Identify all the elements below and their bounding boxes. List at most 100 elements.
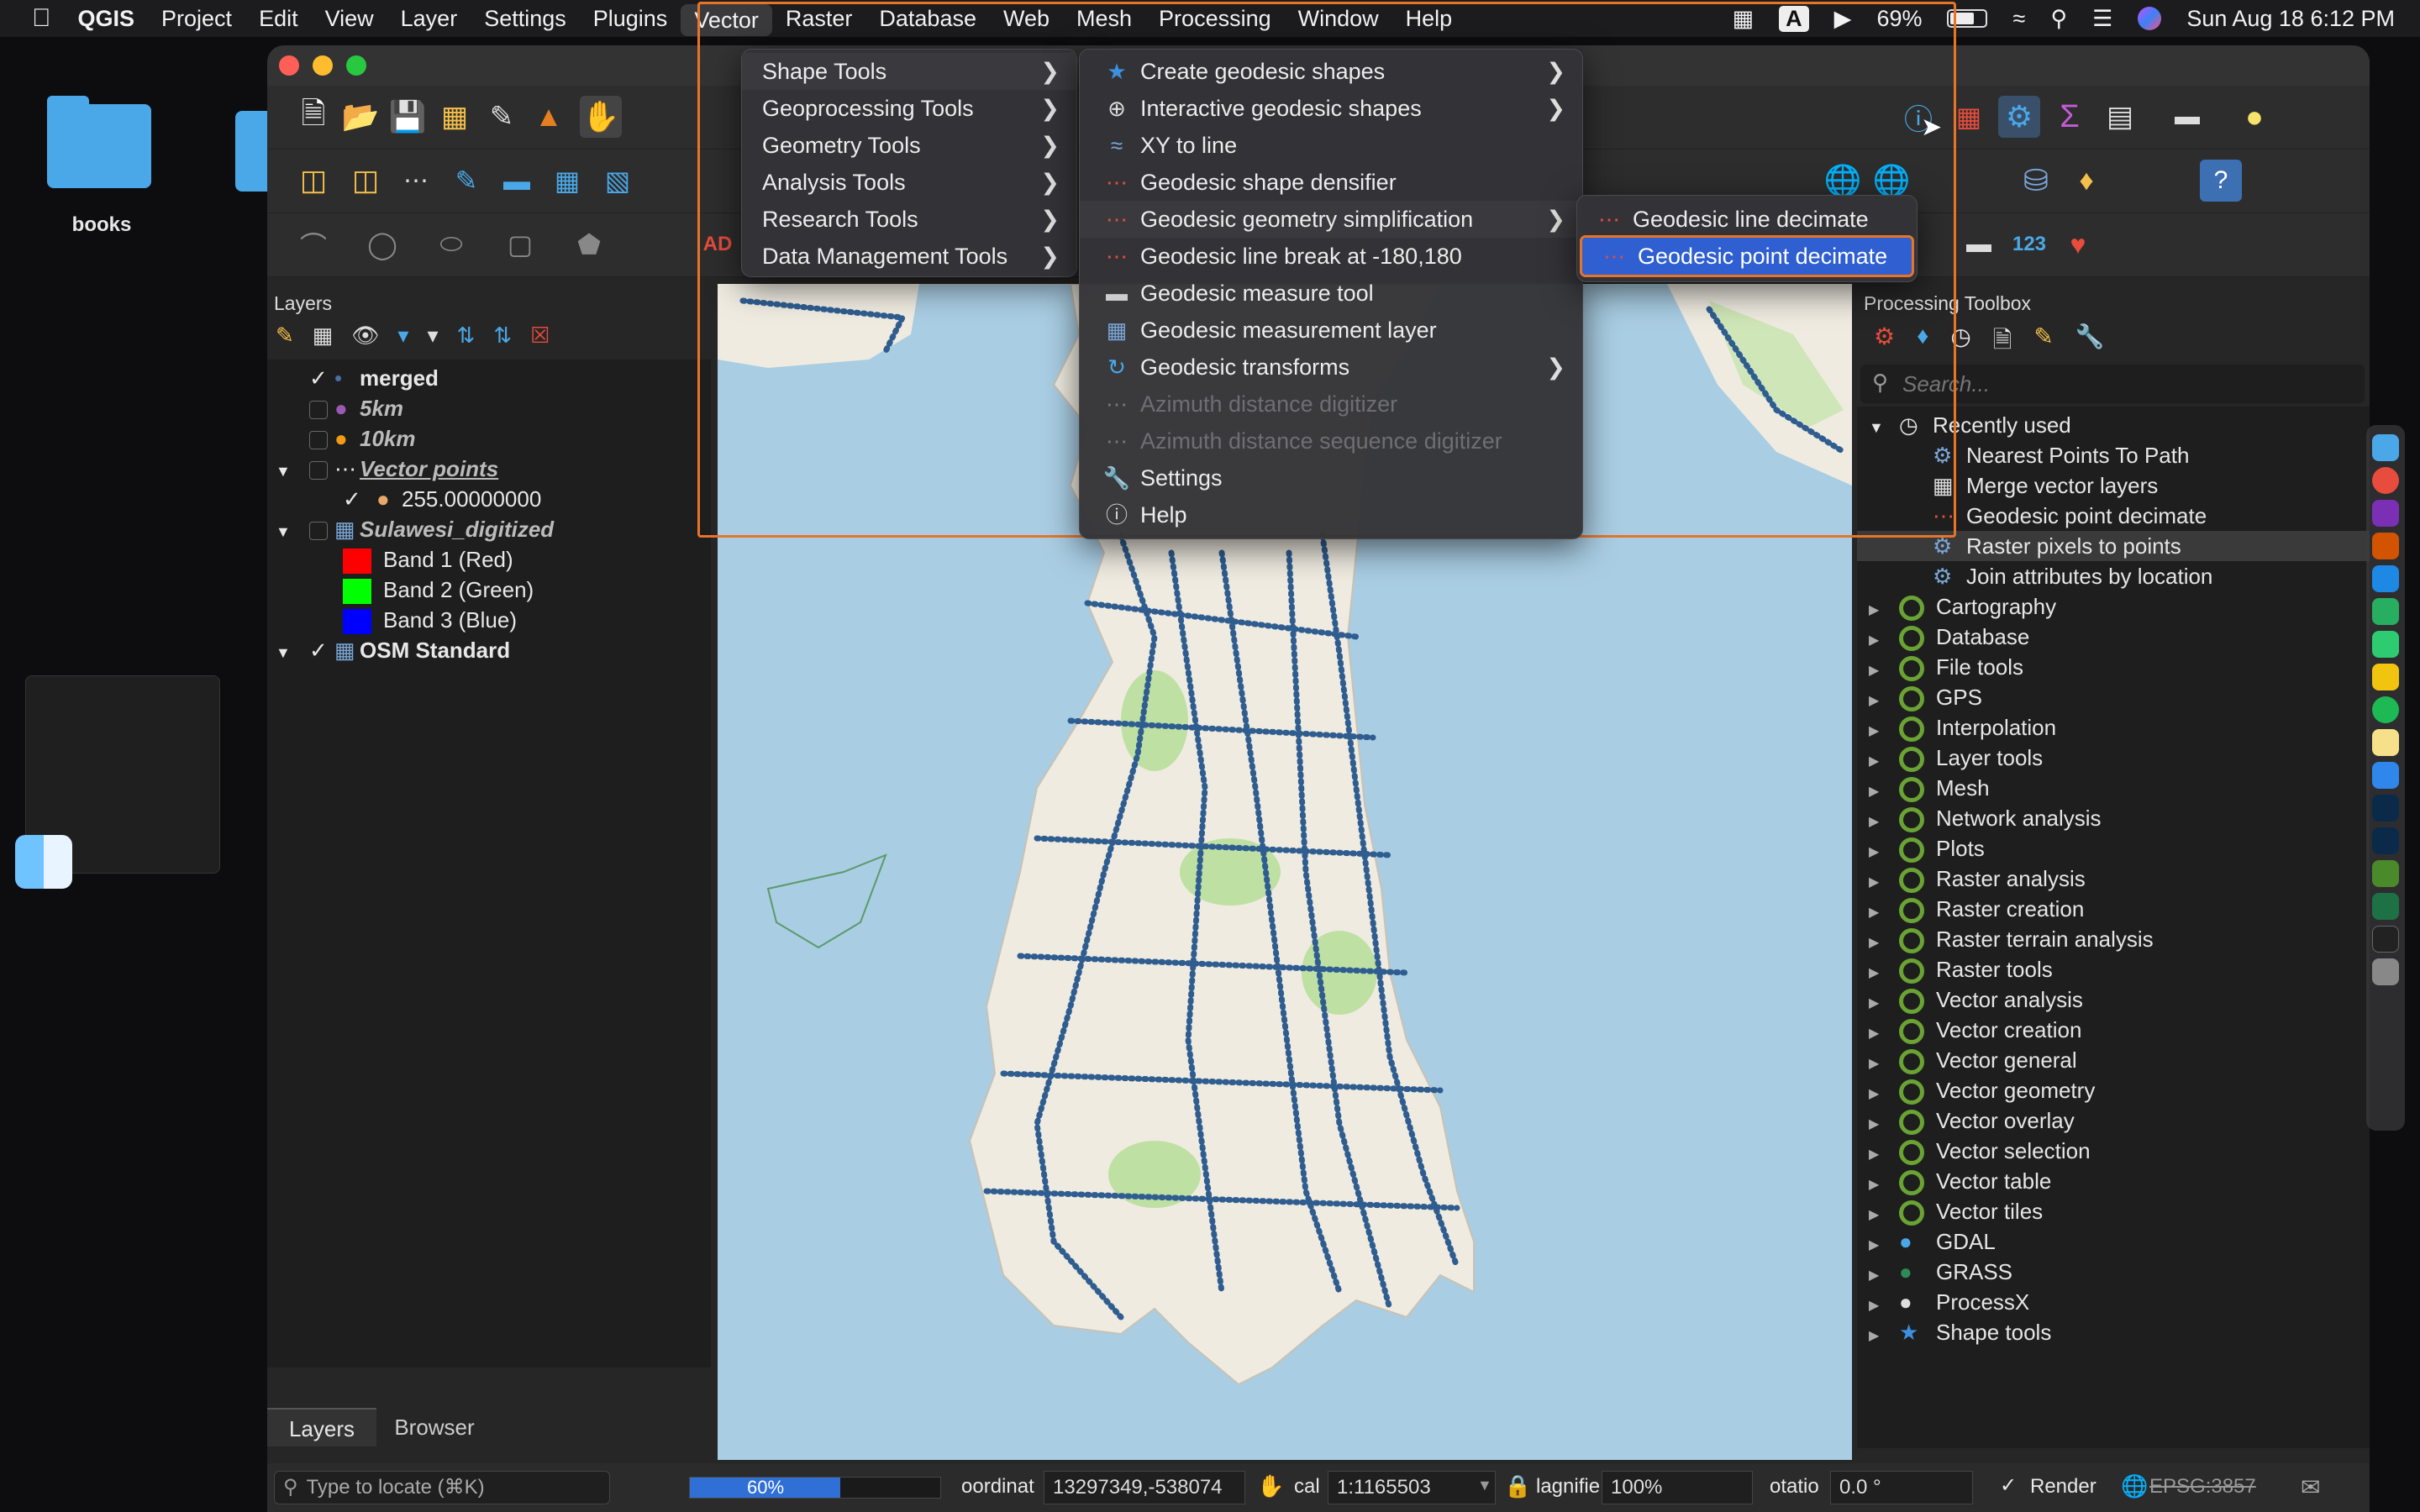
recent-algorithm-item[interactable]: ⋯ Geodesic point decimate bbox=[1933, 501, 2207, 531]
menu-item-shape-tools[interactable]: Shape Tools ❯ bbox=[742, 53, 1076, 90]
menu-item-interactive-geodesic-shapes[interactable]: ⊕ Interactive geodesic shapes ❯ bbox=[1080, 90, 1582, 127]
help-icon[interactable]: ? bbox=[2200, 160, 2242, 202]
mouse-coordinate-icon[interactable]: ✋ bbox=[1257, 1473, 1284, 1499]
photoshop-dock-icon[interactable] bbox=[2372, 827, 2399, 854]
options-icon[interactable]: 🔧 bbox=[2075, 323, 2105, 363]
recent-algorithm-item[interactable]: ⚙ Join attributes by location bbox=[1933, 561, 2212, 591]
control-center-icon[interactable]: ☰ bbox=[2092, 6, 2112, 32]
measure-bar-icon[interactable]: ▬ bbox=[1958, 223, 2000, 265]
algorithm-group[interactable]: ▶ File tools bbox=[1869, 652, 2023, 682]
browser-tab[interactable]: Browser bbox=[380, 1408, 489, 1446]
launchpad-dock-icon[interactable] bbox=[2372, 533, 2399, 559]
statistics-sum-icon[interactable]: Σ bbox=[2049, 96, 2091, 138]
print-layout-icon[interactable]: ✎ bbox=[481, 96, 523, 138]
shape-tools-icon[interactable]: ♥ bbox=[2057, 223, 2099, 265]
algorithm-group[interactable]: ▶ Layer tools bbox=[1869, 743, 2043, 773]
algorithm-group[interactable]: ▶ Raster tools bbox=[1869, 954, 2053, 984]
algorithm-group[interactable]: ▶ Vector overlay bbox=[1869, 1105, 2075, 1136]
menu-plugins[interactable]: Plugins bbox=[580, 0, 681, 37]
coordinate-field[interactable]: 13297349,-538074 bbox=[1044, 1471, 1245, 1504]
menu-view[interactable]: View bbox=[312, 0, 387, 37]
menu-item-create-geodesic-shapes[interactable]: ★ Create geodesic shapes ❯ bbox=[1080, 53, 1582, 90]
clock[interactable]: Sun Aug 18 6:12 PM bbox=[2186, 6, 2395, 32]
minimize-window-button[interactable] bbox=[313, 55, 333, 76]
new-project-icon[interactable]: 🗎 bbox=[292, 96, 334, 138]
add-group-icon[interactable]: ▦ bbox=[313, 323, 334, 356]
spotify-dock-icon[interactable] bbox=[2372, 696, 2399, 723]
render-check-icon[interactable]: ✓ bbox=[2000, 1473, 2017, 1498]
open-project-icon[interactable]: 📂 bbox=[339, 96, 381, 138]
remove-layer-icon[interactable]: ☒ bbox=[530, 323, 550, 356]
finder-dock-icon[interactable] bbox=[2372, 434, 2399, 461]
processing-toolbox-icon[interactable]: ⚙ bbox=[1998, 96, 2040, 138]
circle-tool-icon[interactable]: ◯ bbox=[361, 223, 403, 265]
collapse-all-icon[interactable]: ⇅ bbox=[493, 323, 512, 356]
save-project-icon[interactable]: 💾 bbox=[387, 96, 429, 138]
style-manager-icon[interactable]: ▲ bbox=[528, 96, 570, 138]
algorithm-group[interactable]: ▶ ● GDAL bbox=[1869, 1226, 1996, 1257]
menu-edit[interactable]: Edit bbox=[245, 0, 312, 37]
algorithm-group[interactable]: ▶ ● GRASS bbox=[1869, 1257, 2012, 1287]
algorithm-group[interactable]: ▶ Vector selection bbox=[1869, 1136, 2091, 1166]
photos-dock-icon[interactable] bbox=[2372, 664, 2399, 690]
qgis-dock-icon[interactable] bbox=[2372, 860, 2399, 887]
python-console-icon[interactable]: ♦ bbox=[2065, 160, 2107, 202]
algorithm-group[interactable]: ▶ Mesh bbox=[1869, 773, 1990, 803]
algorithm-group[interactable]: ▶ Cartography bbox=[1869, 591, 2056, 622]
wifi-icon[interactable]: ≈ bbox=[2012, 6, 2025, 32]
layer-5km[interactable]: ● 5km bbox=[309, 393, 403, 423]
rotation-field[interactable]: 0.0 ° bbox=[1830, 1471, 1973, 1504]
menu-item-geodesic-geometry-simplification[interactable]: ⋯ Geodesic geometry simplification ❯ bbox=[1080, 201, 1582, 238]
menu-item-geodesic-shape-densifier[interactable]: ⋯ Geodesic shape densifier bbox=[1080, 164, 1582, 201]
database-icon[interactable]: ⛁ bbox=[2015, 160, 2057, 202]
algorithm-group[interactable]: ▶ Interpolation bbox=[1869, 712, 2056, 743]
finder-icon[interactable] bbox=[15, 835, 72, 889]
messages-dock-icon[interactable] bbox=[2372, 598, 2399, 625]
menu-layer[interactable]: Layer bbox=[387, 0, 471, 37]
checkbox[interactable] bbox=[309, 401, 328, 420]
algorithm-group[interactable]: ▶ Raster analysis bbox=[1869, 864, 2086, 894]
georef-icon[interactable]: ▧ bbox=[597, 160, 639, 202]
menu-item-geometry-tools[interactable]: Geometry Tools ❯ bbox=[742, 127, 1076, 164]
notes-dock-icon[interactable] bbox=[2372, 729, 2399, 756]
algorithm-group[interactable]: ▶ Raster terrain analysis bbox=[1869, 924, 2154, 954]
style-layer-icon[interactable]: ✎ bbox=[276, 323, 294, 356]
siri-icon[interactable] bbox=[2138, 7, 2162, 30]
menu-item-xy-to-line[interactable]: ≈ XY to line bbox=[1080, 127, 1582, 164]
vscode-dock-icon[interactable] bbox=[2372, 565, 2399, 592]
new-geopackage-icon[interactable]: ◫ bbox=[292, 160, 334, 202]
appstore-dock-icon[interactable] bbox=[2372, 762, 2399, 789]
algorithm-group[interactable]: ▶ Plots bbox=[1869, 833, 1985, 864]
layer-10km[interactable]: ● 10km bbox=[309, 423, 416, 454]
desktop-folder-partial[interactable] bbox=[235, 111, 269, 192]
lightroom-dock-icon[interactable] bbox=[2372, 795, 2399, 822]
terminal-dock-icon[interactable] bbox=[2372, 926, 2399, 953]
edit-pencil-icon[interactable]: ✎ bbox=[445, 160, 487, 202]
checkbox[interactable] bbox=[309, 461, 328, 480]
expand-arrow-icon[interactable]: ▼ bbox=[276, 517, 309, 547]
algorithm-group[interactable]: ▶ Network analysis bbox=[1869, 803, 2102, 833]
algorithm-group[interactable]: ▶ Vector geometry bbox=[1869, 1075, 2095, 1105]
layer-osm-standard[interactable]: ▼ ✓ ▦ OSM Standard bbox=[276, 635, 510, 665]
wechat-dock-icon[interactable] bbox=[2372, 631, 2399, 658]
expand-arrow-icon[interactable]: ▼ bbox=[276, 456, 309, 486]
algorithm-group[interactable]: ▶ Vector table bbox=[1869, 1166, 2051, 1196]
measure-123-icon[interactable]: 123 bbox=[2008, 223, 2050, 265]
measure-icon[interactable]: ▬ bbox=[2166, 96, 2208, 138]
curve-tool-icon[interactable]: ⌒ bbox=[292, 223, 334, 265]
rectangle-tool-icon[interactable]: ▢ bbox=[499, 223, 541, 265]
excel-dock-icon[interactable] bbox=[2372, 893, 2399, 920]
checkbox[interactable] bbox=[309, 431, 328, 450]
chrome-dock-icon[interactable] bbox=[2372, 467, 2399, 494]
checkbox[interactable] bbox=[309, 522, 328, 541]
algorithm-group[interactable]: ▶ ★ Shape tools bbox=[1869, 1317, 2051, 1347]
expand-arrow-icon[interactable]: ▶ bbox=[1869, 1321, 1899, 1352]
menu-item-geoprocessing-tools[interactable]: Geoprocessing Tools ❯ bbox=[742, 90, 1076, 127]
scale-field[interactable]: 1:1165503 bbox=[1328, 1471, 1496, 1504]
menu-item-analysis-tools[interactable]: Analysis Tools ❯ bbox=[742, 164, 1076, 201]
menu-settings[interactable]: Settings bbox=[471, 0, 580, 37]
map-tips-icon[interactable]: ● bbox=[2233, 96, 2275, 138]
layer-sulawesi-digitized[interactable]: ▼ ▦ Sulawesi_digitized bbox=[276, 514, 554, 544]
filter-expression-icon[interactable]: ▾ bbox=[427, 323, 438, 356]
layer-vector-points-class[interactable]: ✓ ● 255.00000000 bbox=[343, 484, 541, 514]
